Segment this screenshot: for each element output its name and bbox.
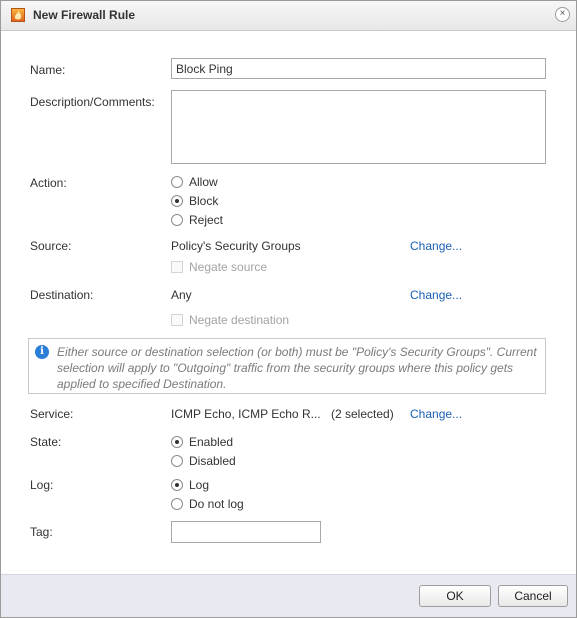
radio-icon[interactable]: [171, 214, 183, 226]
checkbox-icon: [171, 261, 183, 273]
description-textarea[interactable]: [171, 90, 546, 164]
log-option-label: Log: [189, 478, 210, 492]
info-icon: i: [35, 345, 49, 359]
service-value: ICMP Echo, ICMP Echo R...: [171, 407, 321, 421]
info-message-text: Either source or destination selection (…: [57, 345, 537, 391]
name-field[interactable]: Block Ping: [171, 58, 546, 79]
action-option-label: Reject: [189, 213, 224, 227]
radio-icon[interactable]: [171, 455, 183, 467]
name-label: Name:: [30, 63, 66, 77]
description-label: Description/Comments:: [30, 95, 155, 109]
negate-source-label: Negate source: [189, 260, 268, 274]
radio-selected-icon[interactable]: [171, 436, 183, 448]
service-selected-count: (2 selected): [331, 407, 394, 421]
destination-value: Any: [171, 288, 192, 302]
source-change-link[interactable]: Change...: [410, 239, 462, 253]
radio-selected-icon[interactable]: [171, 195, 183, 207]
radio-icon[interactable]: [171, 498, 183, 510]
source-value: Policy's Security Groups: [171, 239, 301, 253]
tag-field[interactable]: [171, 521, 321, 543]
state-option-label: Enabled: [189, 435, 234, 449]
close-icon[interactable]: ×: [555, 7, 570, 22]
log-option-label: Do not log: [189, 497, 244, 511]
service-label: Service:: [30, 407, 74, 421]
state-option-label: Disabled: [189, 454, 236, 468]
action-option-label: Block: [189, 194, 219, 208]
action-label: Action:: [30, 176, 67, 190]
negate-destination-label: Negate destination: [189, 313, 290, 327]
cancel-button[interactable]: Cancel: [498, 585, 568, 607]
firewall-flame-icon: [11, 8, 25, 22]
ok-button[interactable]: OK: [419, 585, 491, 607]
tag-label: Tag:: [30, 525, 53, 539]
info-message-box: i Either source or destination selection…: [28, 338, 546, 394]
radio-selected-icon[interactable]: [171, 479, 183, 491]
dialog-footer: OK Cancel: [1, 574, 576, 617]
dialog-titlebar[interactable]: New Firewall Rule ×: [1, 1, 576, 31]
destination-change-link[interactable]: Change...: [410, 288, 462, 302]
radio-icon[interactable]: [171, 176, 183, 188]
new-firewall-rule-dialog: New Firewall Rule × Name: Block Ping Des…: [0, 0, 577, 618]
destination-label: Destination:: [30, 288, 94, 302]
name-field-value: Block Ping: [176, 62, 233, 76]
source-label: Source:: [30, 239, 72, 253]
action-option-label: Allow: [189, 175, 218, 189]
log-label: Log:: [30, 478, 54, 492]
state-label: State:: [30, 435, 62, 449]
checkbox-icon: [171, 314, 183, 326]
dialog-title: New Firewall Rule: [33, 8, 136, 22]
service-change-link[interactable]: Change...: [410, 407, 462, 421]
